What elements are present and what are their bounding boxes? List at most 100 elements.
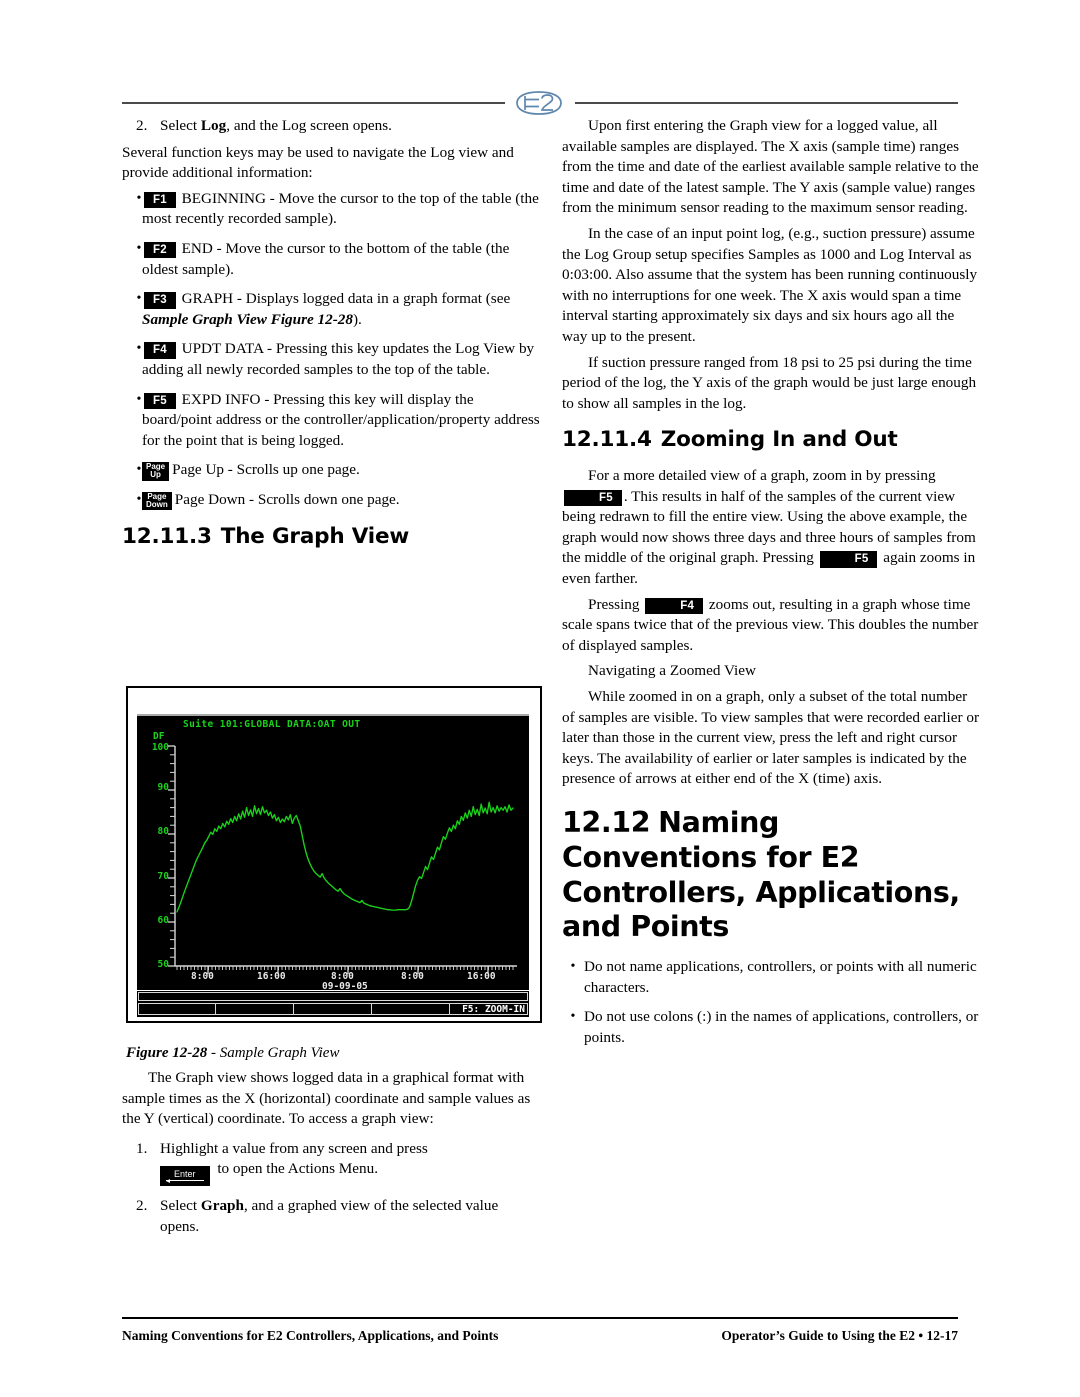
x-tick-label-1: 16:00 (257, 971, 286, 982)
section-heading-12-11-3: 12.11.3 The Graph View (122, 524, 540, 550)
key-description: UPDT DATA - Pressing this key updates th… (142, 340, 535, 378)
x-tick-label-4: 16:00 (467, 971, 496, 982)
figure-12-28-box: Suite 101:GLOBAL DATA:OAT OUT DF 100 90 … (126, 686, 542, 1023)
bullet-dot: • (136, 491, 142, 507)
status-f5-zoom-in[interactable]: F5: ZOOM-IN (462, 1004, 525, 1015)
step-text-pre: Select (160, 117, 201, 134)
right-column: Upon first entering the Graph view for a… (562, 116, 980, 1057)
bullet-dot: • (136, 391, 142, 407)
step-text-post: to open the Actions Menu. (213, 1160, 379, 1178)
key-description: Page Up - Scrolls up one page. (172, 461, 360, 479)
key-item-page-up: • Page Up Page Up - Scrolls up one page. (122, 460, 540, 481)
graph-plot (168, 745, 517, 974)
lcd-status-bar: F5: ZOOM-IN (137, 991, 529, 1017)
navigating-zoomed-view-heading: Navigating a Zoomed View (588, 662, 756, 680)
y-minor-ticks (170, 754, 175, 958)
right-paragraph-3: If suction pressure ranged from 18 psi t… (562, 353, 977, 412)
section-number: 12.11.3 (122, 523, 212, 549)
step-text: Highlight a value from any screen and pr… (160, 1139, 540, 1187)
key-item-f2: • F2 END - Move the cursor to the bottom… (122, 239, 540, 280)
naming-bullet-2: • Do not use colons (:) in the names of … (562, 1007, 980, 1048)
left-column-lower: The Graph view shows logged data in a gr… (122, 1068, 540, 1244)
step-text-bold: Graph (200, 1197, 244, 1215)
zoom-p2-a: Pressing (588, 595, 644, 613)
enter-key-badge: Enter (160, 1166, 210, 1187)
f5-key-badge: F5 (564, 489, 622, 507)
footer-left-text: Naming Conventions for E2 Controllers, A… (122, 1328, 499, 1343)
figure-cross-reference: Sample Graph View Figure 12-28 (142, 310, 353, 328)
section-number: 12.12 (562, 806, 651, 840)
status-divider (371, 1003, 372, 1015)
key-item-text: F1 BEGINNING - Move the cursor to the to… (142, 189, 540, 230)
intro-paragraph: Several function keys may be used to nav… (122, 143, 514, 182)
step-number: 2. (136, 1197, 148, 1215)
naming-bullet-1: • Do not name applications, controllers,… (562, 957, 980, 998)
figure-caption: Figure 12-28 - Sample Graph View (126, 1044, 546, 1064)
step-2-select-graph: 2. Select Graph, and a graphed view of t… (122, 1196, 540, 1237)
x-tick-label-3: 8:00 (401, 971, 424, 982)
section-number: 12.11.4 (562, 427, 652, 453)
key-description: BEGINNING - Move the cursor to the top o… (142, 189, 539, 228)
step-number: 1. (136, 1139, 148, 1157)
bullet-dot: • (570, 1009, 576, 1025)
step-1-highlight-value: 1. Highlight a value from any screen and… (122, 1139, 540, 1187)
key-description: Page Down - Scrolls down one page. (174, 490, 400, 508)
key-item-f1: • F1 BEGINNING - Move the cursor to the … (122, 189, 540, 230)
key-description: END - Move the cursor to the bottom of t… (142, 239, 510, 278)
key-item-text: F2 END - Move the cursor to the bottom o… (142, 239, 540, 280)
enter-key-bar (166, 1180, 204, 1182)
page-header (122, 87, 958, 119)
x-tick-label-0: 8:00 (191, 971, 214, 982)
step-text-bold: Log (200, 117, 227, 134)
key-item-text: Page Up Page Up - Scrolls up one page. (142, 460, 540, 481)
step-text: Select Graph, and a graphed view of the … (160, 1196, 540, 1237)
key-item-f3: • F3 GRAPH - Displays logged data in a g… (122, 289, 540, 330)
f2-key-badge: F2 (144, 241, 176, 259)
footer-right-text: Operator’s Guide to Using the E2 • 12-17 (721, 1328, 958, 1343)
key-description-pre: GRAPH - Displays logged data in a graph … (181, 290, 511, 308)
step-text-post: , and the Log screen opens. (226, 117, 392, 134)
step-text-pre: Select (160, 1197, 201, 1215)
key-item-f4: • F4 UPDT DATA - Pressing this key updat… (122, 339, 540, 380)
bullet-dot: • (136, 190, 142, 206)
bullet-dot: • (136, 291, 142, 307)
figure-caption-label: Figure 12-28 (126, 1045, 208, 1061)
f1-key-badge: F1 (144, 191, 176, 209)
step-number: 2. (136, 117, 148, 134)
key-item-text: F4 UPDT DATA - Pressing this key updates… (142, 339, 540, 380)
step-2-select-log: 2. Select Log, and the Log screen opens. (122, 116, 540, 137)
status-divider (449, 1003, 450, 1015)
page-down-key-badge: Page Down (142, 491, 172, 511)
f4-key-badge: F4 (144, 342, 176, 359)
section-title: Zooming In and Out (660, 427, 898, 453)
e2-logo (505, 87, 575, 119)
bullet-dot: • (136, 341, 142, 357)
f5-key-badge: F5 (819, 551, 878, 568)
bullet-dot: • (136, 462, 142, 478)
enter-key-arrow-icon (166, 1179, 170, 1184)
zoom-paragraph-1: For a more detailed view of a graph, zoo… (562, 466, 980, 590)
page-up-key-badge: Page Up (142, 461, 170, 481)
status-divider (215, 1003, 216, 1015)
status-bar-upper (138, 992, 528, 1001)
status-divider (293, 1003, 294, 1015)
temperature-trace (176, 801, 514, 913)
right-paragraph-1: Upon first entering the Graph view for a… (562, 117, 979, 217)
section-heading-12-11-4: 12.11.4 Zooming In and Out (562, 427, 980, 453)
zoom-p1-a: For a more detailed view of a graph, zoo… (588, 467, 936, 485)
section-title: The Graph View (220, 523, 409, 549)
enter-key-label: Enter (174, 1169, 196, 1180)
figure-caption-sep: - (207, 1045, 220, 1061)
section-heading-12-12: 12.12 Naming Conventions for E2 Controlle… (562, 806, 980, 945)
document-page: 2. Select Log, and the Log screen opens.… (0, 0, 1080, 1397)
key-description-post: ). (352, 310, 362, 328)
naming-bullet-text: Do not name applications, controllers, o… (584, 958, 977, 996)
step-text-pre: Highlight a value from any screen and pr… (160, 1139, 428, 1157)
figure-caption-title: Sample Graph View (219, 1045, 340, 1061)
bullet-dot: • (136, 240, 142, 256)
right-paragraph-2: In the case of an input point log, (e.g.… (562, 224, 978, 345)
step-text: Select Log, and the Log screen opens. (160, 116, 540, 137)
page-down-line2: Down (146, 499, 168, 509)
key-item-text: F5 EXPD INFO - Pressing this key will di… (142, 390, 540, 452)
navigating-zoomed-view-paragraph: While zoomed in on a graph, only a subse… (562, 688, 979, 788)
